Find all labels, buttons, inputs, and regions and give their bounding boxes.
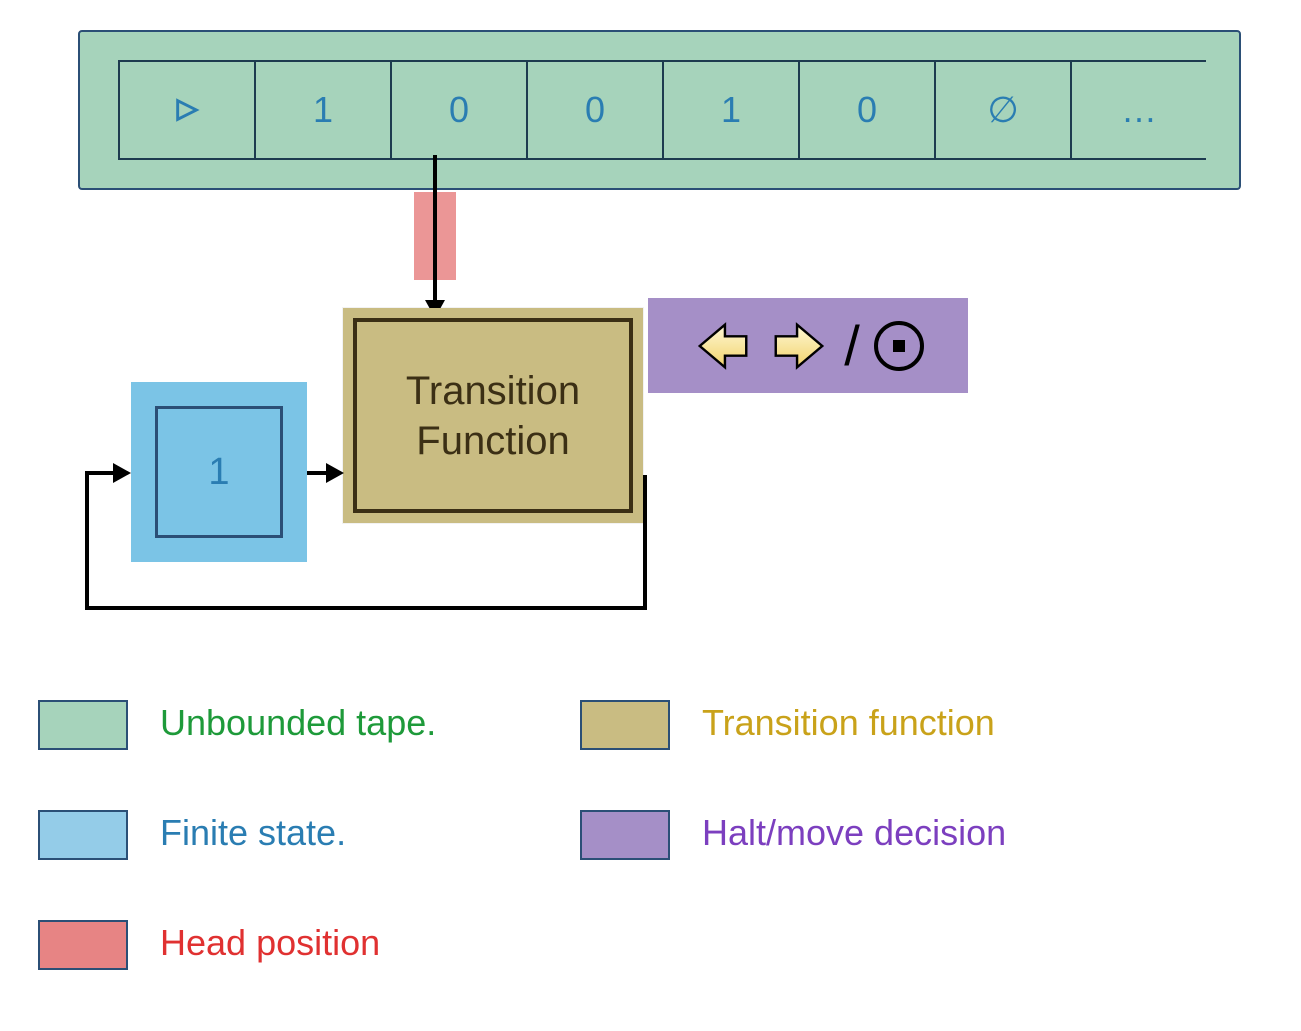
legend-swatch-state	[38, 810, 128, 860]
legend-label-fn: Transition function	[702, 702, 995, 744]
tape-cell-7-ellipsis: …	[1070, 60, 1206, 160]
loop-line-right	[643, 475, 647, 610]
tape-cell-1: 1	[254, 60, 390, 160]
turing-machine-diagram: 1 0 0 1 0 ∅ … Transition Function / 1	[0, 0, 1301, 1031]
slash-separator: /	[844, 313, 860, 378]
finite-state-box: 1	[155, 406, 283, 538]
loop-line-left	[85, 471, 89, 610]
tape-cell-4: 1	[662, 60, 798, 160]
finite-state-value: 1	[208, 451, 229, 494]
legend-swatch-fn	[580, 700, 670, 750]
legend-swatch-halt	[580, 810, 670, 860]
tape-cell-6-blank: ∅	[934, 60, 1070, 160]
tape-cell-3: 0	[526, 60, 662, 160]
legend-swatch-head	[38, 920, 128, 970]
halt-dot-icon	[893, 340, 905, 352]
arrow-right-icon	[768, 315, 830, 377]
transition-function-box: Transition Function	[353, 318, 633, 513]
legend-label-halt: Halt/move decision	[702, 812, 1006, 854]
tape-cell-2: 0	[390, 60, 526, 160]
sf-arrowhead-icon	[326, 463, 344, 483]
tape-cell-0-start-marker	[118, 60, 254, 160]
arrow-tape-to-function	[433, 155, 437, 310]
loop-line-bottom	[85, 606, 647, 610]
start-marker-icon	[173, 96, 201, 124]
halt-move-decision-box: /	[648, 298, 968, 393]
arrow-left-icon	[692, 315, 754, 377]
tape-row: 1 0 0 1 0 ∅ …	[118, 60, 1206, 160]
legend-swatch-tape	[38, 700, 128, 750]
transition-function-label: Transition Function	[406, 366, 580, 466]
halt-icon	[874, 321, 924, 371]
loop-arrowhead-icon	[113, 463, 131, 483]
legend-label-tape: Unbounded tape.	[160, 702, 436, 744]
tape-cell-5: 0	[798, 60, 934, 160]
legend-label-state: Finite state.	[160, 812, 346, 854]
legend-label-head: Head position	[160, 922, 380, 964]
